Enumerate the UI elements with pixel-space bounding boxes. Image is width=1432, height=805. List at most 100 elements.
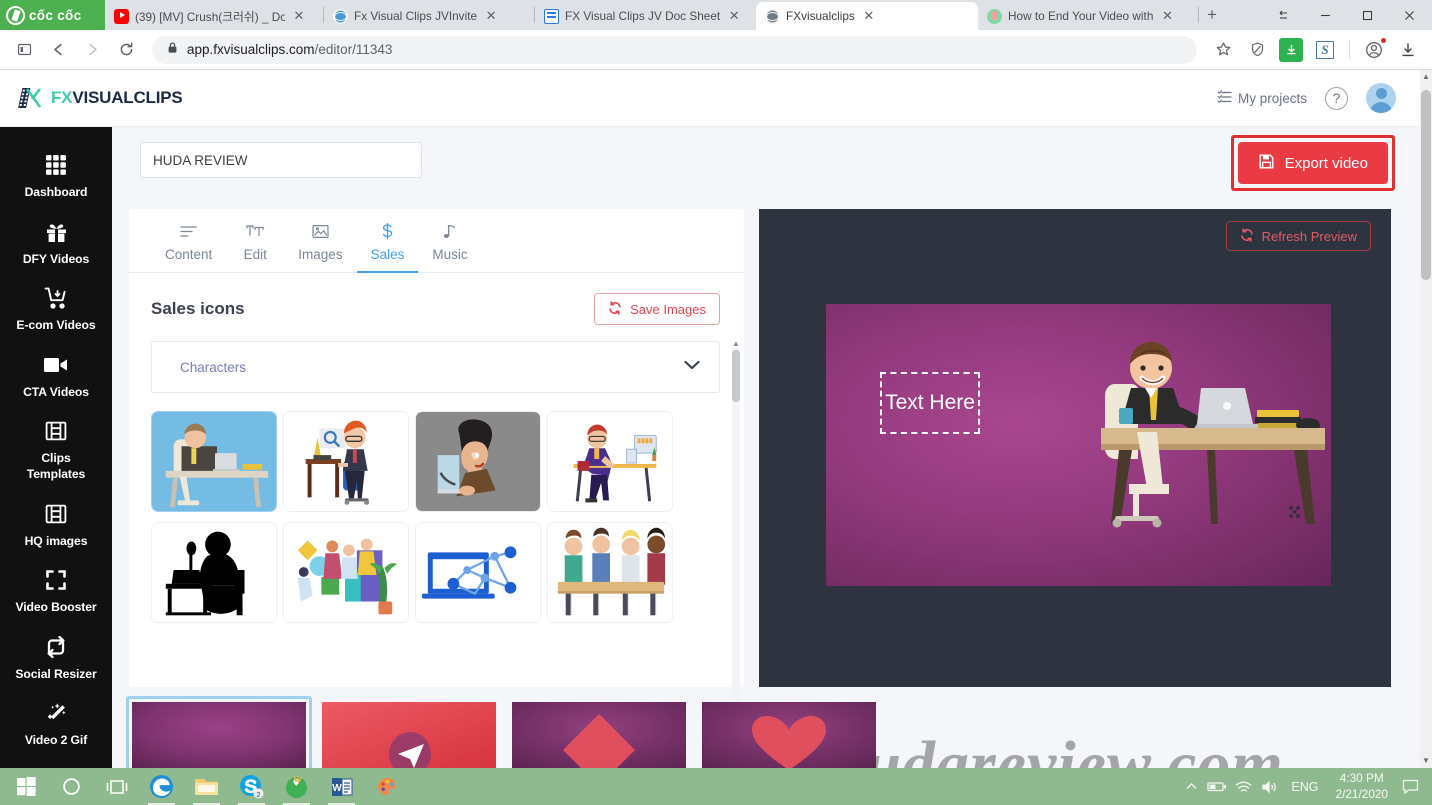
sidebar-item-label: E-com Videos	[16, 318, 96, 333]
slide-thumbnail-3[interactable]	[509, 699, 689, 768]
browser-tab-5[interactable]: How to End Your Video with ✕	[978, 2, 1198, 30]
preview-stage[interactable]: Text Here	[826, 304, 1331, 586]
browser-tab-4-active[interactable]: FXvisualclips ✕	[756, 2, 978, 30]
page-scroll-up-arrow[interactable]: ▲	[1420, 70, 1432, 84]
bookmark-star-icon[interactable]	[1207, 34, 1239, 66]
expand-corners-icon	[45, 567, 67, 593]
thumbnail-woman-laptop-grey[interactable]	[415, 411, 541, 512]
thumbnail-laptop-network-diagram[interactable]	[415, 522, 541, 623]
notification-icon[interactable]	[1396, 768, 1424, 805]
thumbnail-team-collaboration[interactable]	[283, 522, 409, 623]
forward-icon	[76, 34, 108, 66]
sidebar-toggle-icon[interactable]	[8, 34, 40, 66]
sidebar-item-video-2-gif[interactable]: Video 2 Gif	[0, 691, 112, 758]
address-bar[interactable]: app.fxvisualclips.com/editor/11343	[152, 35, 1197, 64]
minimize-icon[interactable]	[1304, 0, 1346, 30]
scroll-up-arrow[interactable]: ▲	[732, 339, 740, 348]
slide-thumbnail-4[interactable]	[699, 699, 879, 768]
tab-content[interactable]: Content	[151, 218, 226, 272]
downloads-icon[interactable]	[1392, 34, 1424, 66]
edge-app[interactable]	[139, 768, 184, 805]
wifi-icon[interactable]	[1230, 768, 1256, 805]
sidebar-item-dashboard[interactable]: Dashboard	[0, 143, 112, 210]
skype-app[interactable]: 2	[229, 768, 274, 805]
project-title-input[interactable]	[140, 142, 422, 178]
my-projects-link[interactable]: My projects	[1217, 89, 1307, 107]
sidebar-item-social-resizer[interactable]: Social Resizer	[0, 625, 112, 692]
shield-icon[interactable]	[1241, 34, 1273, 66]
coccoc-app[interactable]	[274, 768, 319, 805]
refresh-icon	[608, 300, 622, 318]
word-app[interactable]: W	[319, 768, 364, 805]
coccoc-brand: cốc cốc	[0, 0, 105, 30]
tab-close-icon[interactable]: ✕	[291, 8, 307, 24]
page-scroll-down-arrow[interactable]: ▼	[1420, 754, 1432, 768]
tab-edit[interactable]: Edit	[226, 218, 284, 272]
help-icon[interactable]: ?	[1325, 86, 1348, 110]
scene-character-art[interactable]	[1075, 324, 1325, 544]
close-icon[interactable]	[1388, 0, 1430, 30]
sidebar-item-video-booster[interactable]: Video Booster	[0, 558, 112, 625]
sidebar-item-label: Dashboard	[24, 185, 88, 199]
page-scrollbar[interactable]: ▲ ▼	[1420, 70, 1432, 768]
text-placeholder-box[interactable]: Text Here	[880, 372, 980, 434]
thumbnail-man-workstation[interactable]	[547, 411, 673, 512]
characters-accordion[interactable]: Characters	[151, 341, 720, 393]
app-logo[interactable]: FXVISUALCLIPS	[18, 85, 183, 111]
refresh-preview-button[interactable]: Refresh Preview	[1225, 221, 1371, 251]
sidebar-item-ecom-videos[interactable]: E-com Videos	[0, 276, 112, 343]
clock[interactable]: 4:30 PM 2/21/2020	[1328, 771, 1396, 803]
sidebar-item-dfy-videos[interactable]: DFY Videos	[0, 210, 112, 277]
slide-thumbnail-1[interactable]	[129, 699, 309, 768]
panel-scrollbar[interactable]: ▲ ▼	[732, 339, 740, 757]
film-strip-icon	[45, 418, 67, 444]
browser-tab-3[interactable]: FX Visual Clips JV Doc Sheet ✕	[535, 2, 756, 30]
task-view-button[interactable]	[94, 768, 139, 805]
thumbnail-redhead-man-search[interactable]	[283, 411, 409, 512]
thumbnail-people-at-table[interactable]	[547, 522, 673, 623]
paint-app[interactable]	[364, 768, 409, 805]
volume-icon[interactable]	[1256, 768, 1282, 805]
editor-left-panel: Content Edit Images Sales Music Sales ic…	[129, 209, 744, 757]
panel-scrollbar-thumb[interactable]	[732, 350, 740, 402]
thumbnail-man-at-desk-blue[interactable]	[151, 411, 277, 512]
avatar[interactable]	[1366, 83, 1396, 113]
battery-icon[interactable]	[1204, 768, 1230, 805]
page-scrollbar-thumb[interactable]	[1421, 90, 1431, 280]
music-note-icon	[443, 222, 457, 240]
search-button[interactable]	[49, 768, 94, 805]
back-icon[interactable]	[42, 34, 74, 66]
tab-music[interactable]: Music	[418, 218, 481, 272]
slide-filmstrip	[129, 699, 1391, 768]
sidebar-item-clips-templates[interactable]: Clips Templates	[0, 409, 112, 491]
chevron-up-icon[interactable]	[1178, 768, 1204, 805]
extension-s-icon[interactable]: S	[1309, 34, 1341, 66]
browser-tab-2[interactable]: Fx Visual Clips JVInvite ✕	[324, 2, 534, 30]
save-images-button[interactable]: Save Images	[594, 293, 720, 325]
thumbnail-silhouette-podcast[interactable]	[151, 522, 277, 623]
tab-images[interactable]: Images	[284, 218, 356, 272]
tab-close-icon[interactable]: ✕	[861, 8, 877, 24]
browser-tab-1[interactable]: (39) [MV] Crush(크러쉬) _ Do ✕	[105, 2, 323, 30]
toolbar-divider	[1349, 39, 1350, 60]
tab-sales[interactable]: Sales	[356, 218, 419, 273]
chevron-down-icon[interactable]	[683, 358, 701, 376]
file-explorer-app[interactable]	[184, 768, 229, 805]
export-video-button[interactable]: Export video	[1237, 142, 1388, 184]
swap-arrows-icon	[44, 634, 68, 660]
new-tab-button[interactable]: +	[1199, 2, 1225, 28]
maximize-icon[interactable]	[1346, 0, 1388, 30]
start-button[interactable]	[4, 768, 49, 805]
tab-close-icon[interactable]: ✕	[726, 8, 742, 24]
download-green-icon[interactable]	[1275, 34, 1307, 66]
profile-icon[interactable]	[1358, 34, 1390, 66]
language-indicator[interactable]: ENG	[1282, 780, 1327, 794]
reload-icon[interactable]	[110, 34, 142, 66]
sidebar-item-hq-images[interactable]: HQ images	[0, 492, 112, 559]
restore-down-icon[interactable]	[1262, 0, 1304, 30]
slide-thumbnail-2[interactable]	[319, 699, 499, 768]
sidebar-item-cta-videos[interactable]: CTA Videos	[0, 343, 112, 410]
tab-close-icon[interactable]: ✕	[483, 8, 499, 24]
app-logo-text: FXVISUALCLIPS	[51, 88, 183, 108]
tab-close-icon[interactable]: ✕	[1159, 8, 1175, 24]
